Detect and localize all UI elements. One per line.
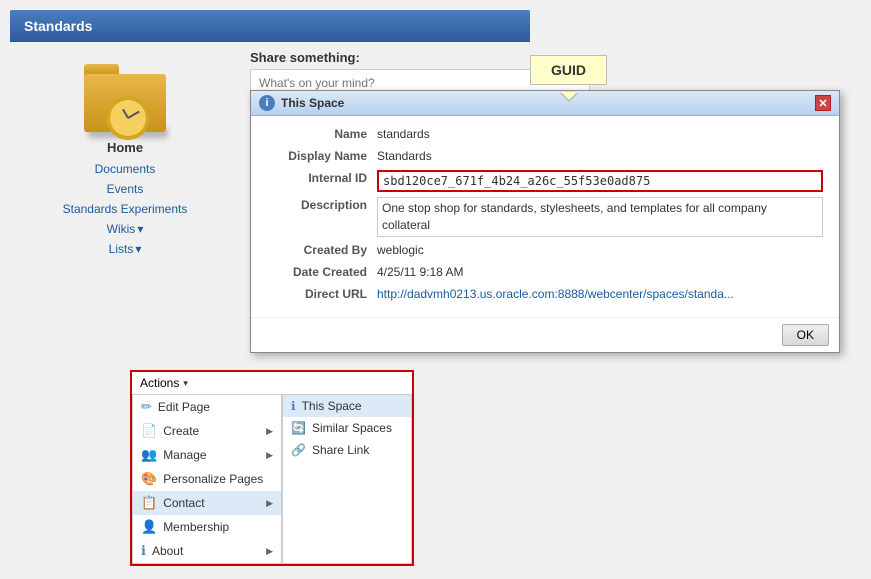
dialog-direct-url-row: Direct URL http://dadvmh0213.us.oracle.c… [267, 286, 823, 303]
create-icon: 📄 [141, 423, 157, 439]
dialog-internal-id-row: Internal ID sbd120ce7_671f_4b24_a26c_55f… [267, 170, 823, 193]
dialog-description-label: Description [267, 197, 377, 237]
menu-item-membership-label: Membership [163, 520, 229, 534]
menu-item-contact[interactable]: 📋 Contact ▶ [133, 491, 281, 515]
folder-icon [80, 50, 170, 140]
dialog-title-left: i This Space [259, 95, 344, 111]
dialog-display-name-label: Display Name [267, 148, 377, 165]
contact-arrow-icon: ▶ [266, 498, 273, 509]
sidebar-item-standards-experiments[interactable]: Standards Experiments [10, 199, 240, 219]
menu-item-about-label: About [152, 544, 183, 558]
this-space-icon: ℹ [291, 399, 296, 413]
dialog-name-label: Name [267, 126, 377, 143]
menu-item-edit-page-label: Edit Page [158, 400, 210, 414]
manage-arrow-icon: ▶ [266, 450, 273, 461]
menu-item-create-label: Create [163, 424, 199, 438]
dialog-display-name-row: Display Name Standards [267, 148, 823, 165]
submenu-item-this-space[interactable]: ℹ This Space [283, 395, 411, 417]
sidebar-item-events[interactable]: Events [10, 179, 240, 199]
dialog-display-name-value: Standards [377, 148, 823, 165]
dialog-title: This Space [281, 96, 344, 110]
clock-face [110, 100, 146, 136]
about-icon: ℹ [141, 543, 146, 559]
about-arrow-icon: ▶ [266, 546, 273, 557]
this-space-dialog: i This Space ✕ Name standards Display Na… [250, 90, 840, 353]
submenu-item-share-link[interactable]: 🔗 Share Link [283, 439, 411, 461]
contact-icon: 📋 [141, 495, 157, 511]
membership-icon: 👤 [141, 519, 157, 535]
page-title: Standards [24, 18, 92, 34]
clock-hand-min [128, 111, 140, 119]
dialog-date-created-row: Date Created 4/25/11 9:18 AM [267, 264, 823, 281]
actions-label: Actions [140, 376, 179, 390]
menu-item-create[interactable]: 📄 Create ▶ [133, 419, 281, 443]
menu-item-about[interactable]: ℹ About ▶ [133, 539, 281, 563]
edit-page-icon: ✏ [141, 399, 152, 415]
sidebar: Home Documents Events Standards Experime… [10, 50, 240, 259]
dialog-ok-button[interactable]: OK [782, 324, 829, 346]
dialog-date-created-label: Date Created [267, 264, 377, 281]
similar-spaces-icon: 🔄 [291, 421, 306, 435]
dialog-direct-url-value[interactable]: http://dadvmh0213.us.oracle.com:8888/web… [377, 286, 823, 303]
menu-item-edit-page[interactable]: ✏ Edit Page [133, 395, 281, 419]
menu-item-manage-label: Manage [163, 448, 206, 462]
dialog-created-by-label: Created By [267, 242, 377, 259]
submenu-item-similar-spaces[interactable]: 🔄 Similar Spaces [283, 417, 411, 439]
manage-icon: 👥 [141, 447, 157, 463]
menu-item-personalize[interactable]: 🎨 Personalize Pages [133, 467, 281, 491]
dialog-description-row: Description One stop shop for standards,… [267, 197, 823, 237]
submenu-item-similar-spaces-label: Similar Spaces [312, 421, 392, 435]
dialog-date-created-value: 4/25/11 9:18 AM [377, 264, 823, 281]
menu-item-membership[interactable]: 👤 Membership [133, 515, 281, 539]
actions-arrow-icon: ▾ [183, 378, 188, 389]
submenu-item-share-link-label: Share Link [312, 443, 369, 457]
dialog-titlebar: i This Space ✕ [251, 91, 839, 116]
dialog-description-value: One stop shop for standards, stylesheets… [377, 197, 823, 237]
dialog-footer: OK [251, 317, 839, 352]
create-arrow-icon: ▶ [266, 426, 273, 437]
share-link-icon: 🔗 [291, 443, 306, 457]
sidebar-home[interactable]: Home [10, 140, 240, 155]
lists-arrow-icon: ▾ [135, 242, 141, 256]
sidebar-item-documents[interactable]: Documents [10, 159, 240, 179]
actions-header[interactable]: Actions ▾ [132, 372, 412, 394]
dialog-info-icon: i [259, 95, 275, 111]
personalize-icon: 🎨 [141, 471, 157, 487]
dialog-created-by-value: weblogic [377, 242, 823, 259]
dialog-internal-id-value: sbd120ce7_671f_4b24_a26c_55f53e0ad875 [377, 170, 823, 193]
actions-menu-area: Actions ▾ ✏ Edit Page 📄 Create ▶ 👥 [130, 370, 414, 566]
dialog-internal-id-label: Internal ID [267, 170, 377, 193]
folder-clock [106, 96, 150, 140]
folder-body [84, 74, 166, 132]
primary-menu: ✏ Edit Page 📄 Create ▶ 👥 Manage ▶ [132, 394, 282, 564]
menu-item-personalize-label: Personalize Pages [163, 472, 263, 486]
submenu-item-this-space-label: This Space [302, 399, 362, 413]
menu-item-manage[interactable]: 👥 Manage ▶ [133, 443, 281, 467]
wikis-arrow-icon: ▾ [137, 222, 143, 236]
page-header: Standards [10, 10, 530, 42]
sidebar-item-wikis[interactable]: Wikis ▾ [10, 219, 240, 239]
menu-item-contact-label: Contact [163, 496, 204, 510]
dialog-created-by-row: Created By weblogic [267, 242, 823, 259]
sidebar-item-lists[interactable]: Lists ▾ [10, 239, 240, 259]
dialog-direct-url-label: Direct URL [267, 286, 377, 303]
guid-tooltip: GUID [530, 55, 607, 85]
menu-container: ✏ Edit Page 📄 Create ▶ 👥 Manage ▶ [132, 394, 412, 564]
dialog-close-button[interactable]: ✕ [815, 95, 831, 111]
guid-label: GUID [551, 62, 586, 78]
sidebar-nav: Home Documents Events Standards Experime… [10, 140, 240, 259]
dialog-body: Name standards Display Name Standards In… [251, 116, 839, 317]
secondary-menu: ℹ This Space 🔄 Similar Spaces 🔗 Share Li… [282, 394, 412, 564]
dialog-name-row: Name standards [267, 126, 823, 143]
dialog-name-value: standards [377, 126, 823, 143]
